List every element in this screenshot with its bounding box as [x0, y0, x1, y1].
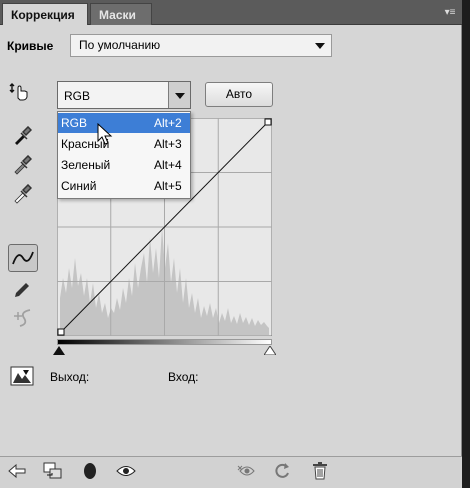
chevron-down-icon — [315, 43, 325, 49]
chevron-down-icon — [175, 93, 185, 99]
refresh-icon[interactable] — [271, 460, 293, 482]
panel-menu-icon[interactable]: ▾≡ — [442, 7, 458, 19]
input-label: Вход: — [168, 370, 199, 384]
clipping-warning-icon[interactable] — [9, 365, 35, 387]
trash-icon[interactable] — [309, 460, 331, 482]
menu-item-shortcut: Alt+4 — [154, 158, 182, 172]
output-label: Выход: — [50, 370, 90, 384]
black-eyedropper-icon[interactable] — [10, 124, 34, 148]
menu-item-shortcut: Alt+3 — [154, 137, 182, 151]
reset-icon[interactable] — [236, 460, 258, 482]
visibility-eye-icon[interactable] — [115, 460, 137, 482]
input-gradient-bar — [57, 339, 272, 345]
panel-tab-bar: Коррекция Маски ▾≡ — [0, 0, 462, 25]
white-point-slider[interactable] — [264, 346, 276, 355]
view-previous-icon[interactable] — [79, 460, 101, 482]
black-point-slider[interactable] — [53, 346, 65, 355]
channel-value: RGB — [64, 89, 91, 103]
gray-eyedropper-icon[interactable] — [10, 153, 34, 177]
pencil-icon[interactable] — [10, 278, 34, 302]
cursor-arrow-icon — [97, 123, 113, 145]
preset-value: По умолчанию — [79, 38, 161, 52]
preset-label: Кривые — [7, 39, 54, 53]
panel-footer — [0, 456, 462, 488]
curve-point-white[interactable] — [264, 118, 272, 126]
menu-item-shortcut: Alt+5 — [154, 179, 182, 193]
panel-edge — [462, 0, 470, 488]
finger-adjust-icon[interactable] — [8, 79, 32, 103]
curve-point-icon[interactable] — [8, 244, 38, 272]
menu-item-label: RGB — [61, 116, 88, 130]
tab-masks[interactable]: Маски — [90, 3, 152, 25]
menu-item-rgb[interactable]: RGB Alt+2 — [58, 113, 190, 133]
channel-select[interactable]: RGB — [57, 81, 191, 109]
channel-dropdown-menu: RGB Alt+2 Красный Alt+3 Зеленый Alt+4 Си… — [57, 111, 191, 199]
menu-item-green[interactable]: Зеленый Alt+4 — [58, 155, 190, 175]
white-eyedropper-icon[interactable] — [10, 182, 34, 206]
channel-dropdown-button[interactable] — [168, 82, 190, 108]
curve-point-black[interactable] — [57, 328, 65, 336]
menu-item-red[interactable]: Красный Alt+3 — [58, 134, 190, 154]
clip-to-layer-icon[interactable] — [42, 460, 64, 482]
menu-item-label: Синий — [61, 179, 97, 193]
auto-button[interactable]: Авто — [205, 82, 273, 107]
preset-select[interactable]: По умолчанию — [70, 34, 332, 57]
adjustments-panel: Коррекция Маски ▾≡ Кривые По умолчанию R… — [0, 0, 462, 488]
menu-item-shortcut: Alt+2 — [154, 116, 182, 130]
menu-item-label: Зеленый — [61, 158, 111, 172]
menu-item-blue[interactable]: Синий Alt+5 — [58, 176, 190, 196]
tab-adjustments[interactable]: Коррекция — [2, 3, 88, 25]
back-arrow-icon[interactable] — [6, 460, 28, 482]
smooth-icon[interactable] — [8, 306, 32, 330]
